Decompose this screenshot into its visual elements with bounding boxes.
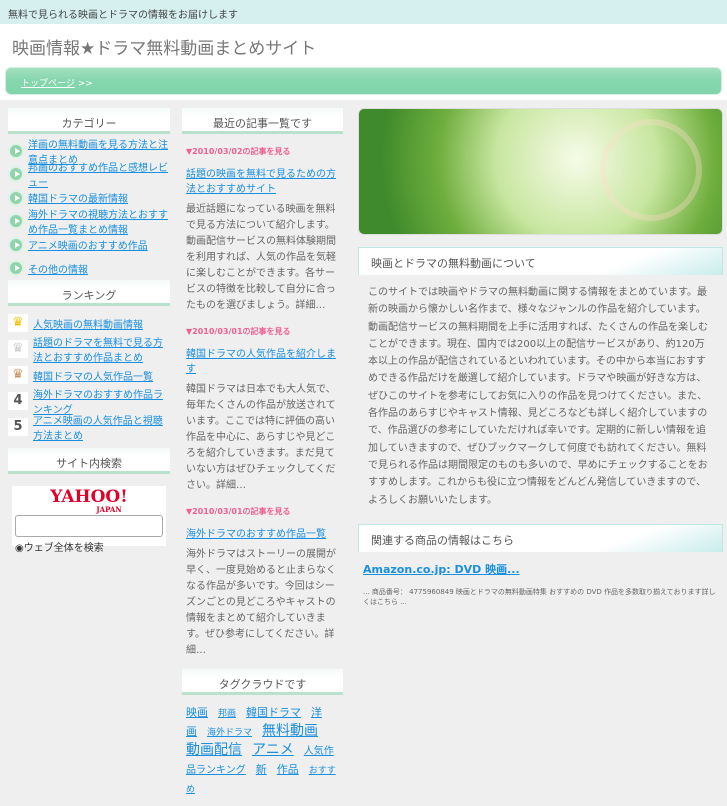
yahoo-search-box: YAHOO! JAPAN ◉ウェブ全体を検索 (12, 486, 166, 554)
category-link[interactable]: 海外ドラマの視聴方法とおすすめ作品一覧まとめ情報 (28, 206, 170, 236)
search-scope-radio[interactable]: ◉ウェブ全体を検索 (15, 539, 163, 554)
ranking-item: 4 海外ドラマのおすすめ作品ランキング (8, 388, 170, 416)
play-icon (8, 213, 24, 230)
tag-cloud: 映画 邦画 韓国ドラマ 洋画 海外ドラマ 無料動画動画配信 アニメ 人気作品ランキング新作品お… (182, 695, 343, 806)
entry-title-link[interactable]: 韓国ドラマの人気作品を紹介します (186, 345, 339, 375)
breadcrumb-sep: >> (74, 79, 93, 89)
search-heading: サイト内検索 (8, 448, 170, 474)
category-item: その他の情報 (8, 257, 170, 281)
ranking-item: ♛ 韓国ドラマの人気作品一覧 (8, 362, 170, 388)
intro-text: このサイトでは映画やドラマの無料動画に関する情報をまとめています。最新の映画から… (368, 287, 708, 506)
ranking-link[interactable]: 人気映画の無料動画情報 (33, 316, 143, 331)
entry-title-link[interactable]: 話題の映画を無料で見るための方法とおすすめサイト (186, 165, 339, 195)
tag-link[interactable]: 邦画 (218, 709, 236, 719)
amazon-description: ... 商品番号： 4775960849 映画とドラマの無料動画特集 おすすめの… (363, 587, 716, 606)
category-link[interactable]: 邦画のおすすめ作品と感想レビュー (28, 159, 170, 189)
ranking-heading: ランキング (8, 280, 170, 306)
category-link[interactable]: アニメ映画のおすすめ作品 (28, 237, 148, 252)
related-heading: 関連する商品の情報はこちら (358, 523, 723, 552)
play-icon (8, 142, 24, 159)
ranking-list: ♛ 人気映画の無料動画情報 ♛ 話題のドラマを無料で見る方法とおすすめ作品まとめ ♛… (8, 306, 170, 442)
silver-crown-icon: ♛ (8, 340, 28, 358)
entry-excerpt: 韓国ドラマは日本でも大人気で、毎年たくさんの作品が放送されています。ここでは特に… (186, 384, 336, 491)
category-item: 海外ドラマの視聴方法とおすすめ作品一覧まとめ情報 (8, 210, 170, 236)
category-link[interactable]: その他の情報 (28, 261, 88, 276)
bronze-crown-icon: ♛ (8, 366, 28, 384)
search-input[interactable] (15, 515, 163, 537)
ranking-link[interactable]: 話題のドラマを無料で見る方法とおすすめ作品まとめ (33, 334, 170, 364)
category-list: 洋画の無料動画を見る方法と注意点まとめ 邦画のおすすめ作品と感想レビュー 韓国ド… (8, 134, 170, 280)
ranking-item: ♛ 人気映画の無料動画情報 (8, 310, 170, 336)
yahoo-logo: YAHOO! JAPAN (50, 487, 128, 514)
entry-excerpt: 海外ドラマはストーリーの展開が早く、一度見始めると止まらなくなる作品が多いです。… (186, 549, 336, 656)
category-link[interactable]: 韓国ドラマの最新情報 (28, 190, 128, 205)
play-icon (8, 166, 24, 183)
category-item: アニメ映画のおすすめ作品 (8, 233, 170, 257)
rank-number: 5 (8, 418, 28, 436)
amazon-link[interactable]: Amazon.co.jp: DVD 映画... (363, 561, 718, 577)
header: 映画情報★ドラマ無料動画まとめサイト トップページ >> (0, 24, 727, 100)
entry-date: ▼2010/03/01の記事を見る (186, 507, 291, 516)
entry: ▼2010/03/01の記事を見る 韓国ドラマの人気作品を紹介します 韓国ドラマ… (182, 326, 343, 494)
gold-crown-icon: ♛ (8, 314, 28, 332)
recent-heading: 最近の記事一覧です (182, 108, 343, 134)
tags-heading: タグクラウドです (182, 669, 343, 695)
tag-link[interactable]: 作品 (277, 763, 299, 776)
entry-title-link[interactable]: 海外ドラマのおすすめ作品一覧 (186, 525, 339, 540)
ranking-item: 5 アニメ映画の人気作品と視聴方法まとめ (8, 412, 170, 442)
tag-link[interactable]: 韓国ドラマ (246, 706, 301, 719)
tag-link[interactable]: 映画 (186, 706, 208, 719)
tag-link[interactable]: アニメ (252, 742, 294, 758)
categories-heading: カテゴリー (8, 108, 170, 134)
breadcrumb-home[interactable]: トップページ (21, 79, 75, 89)
left-sidebar: カテゴリー 洋画の無料動画を見る方法と注意点まとめ 邦画のおすすめ作品と感想レビ… (8, 108, 170, 554)
hero-leaves-image (358, 108, 723, 235)
breadcrumb: トップページ >> (5, 67, 722, 95)
play-icon (8, 260, 24, 277)
play-icon (8, 236, 24, 253)
middle-column: 最近の記事一覧です ▼2010/03/02の記事を見る 話題の映画を無料で見るた… (182, 108, 343, 806)
rank-number: 4 (8, 392, 28, 410)
intro-heading: 映画とドラマの無料動画について (358, 247, 723, 275)
category-item: 邦画のおすすめ作品と感想レビュー (8, 163, 170, 189)
tag-link[interactable]: 動画配信 (186, 742, 242, 758)
site-title[interactable]: 映画情報★ドラマ無料動画まとめサイト (12, 34, 316, 59)
ranking-link[interactable]: 韓国ドラマの人気作品一覧 (33, 368, 153, 383)
ranking-link[interactable]: アニメ映画の人気作品と視聴方法まとめ (33, 412, 170, 442)
top-tagline: 無料で見られる映画とドラマの情報をお届けします (0, 0, 727, 24)
tag-link[interactable]: 無料動画 (262, 723, 318, 739)
entry: ▼2010/03/02の記事を見る 話題の映画を無料で見るための方法とおすすめサ… (182, 146, 343, 314)
play-icon (8, 189, 24, 206)
main-content: 映画とドラマの無料動画について このサイトでは映画やドラマの無料動画に関する情報… (358, 108, 723, 617)
entry-excerpt: 最近話題になっている映画を無料で見る方法について紹介します。動画配信サービスの無… (186, 204, 336, 311)
tag-link[interactable]: 海外ドラマ (207, 728, 252, 738)
entry-date: ▼2010/03/01の記事を見る (186, 327, 291, 336)
entry: ▼2010/03/01の記事を見る 海外ドラマのおすすめ作品一覧 海外ドラマはス… (182, 506, 343, 659)
ranking-item: ♛ 話題のドラマを無料で見る方法とおすすめ作品まとめ (8, 334, 170, 364)
entry-date: ▼2010/03/02の記事を見る (186, 147, 291, 156)
tag-link[interactable]: 新 (256, 763, 267, 776)
